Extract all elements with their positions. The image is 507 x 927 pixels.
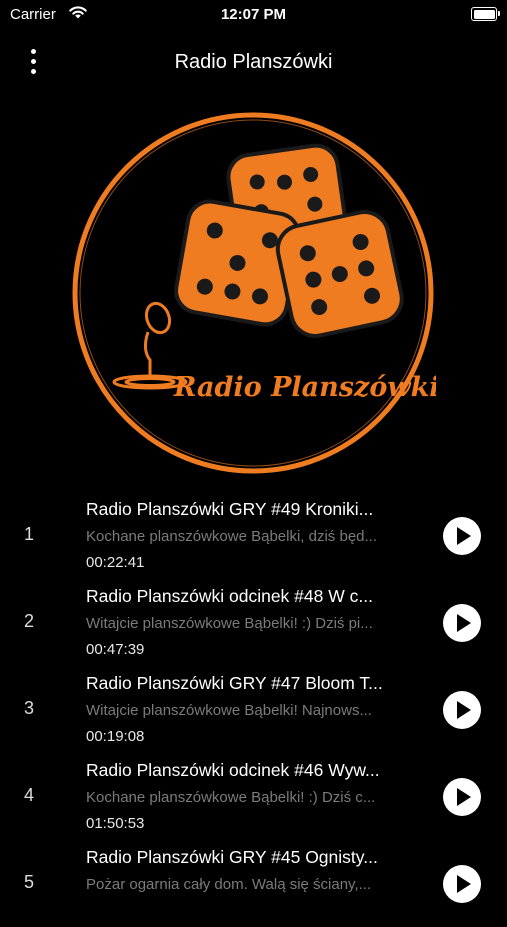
episode-title: Radio Planszówki GRY #45 Ognisty... — [86, 847, 378, 867]
status-bar: Carrier 12:07 PM — [0, 0, 507, 32]
episode-number: 5 — [24, 872, 35, 892]
episode-title: Radio Planszówki odcinek #48 W c... — [86, 586, 373, 606]
play-icon[interactable] — [443, 517, 481, 555]
episode-description: Pożar ogarnia cały dom. Walą się ściany,… — [86, 876, 372, 893]
list-item[interactable]: 1 Radio Planszówki GRY #49 Kroniki... Ko… — [0, 492, 507, 579]
episode-description: Kochane planszówkowe Bąbelki, dziś będ..… — [86, 528, 378, 545]
clock: 12:07 PM — [220, 6, 287, 23]
episode-duration: 00:47:39 — [86, 641, 145, 658]
play-icon[interactable] — [443, 604, 481, 642]
list-item[interactable]: 4 Radio Planszówki odcinek #46 Wyw... Ko… — [0, 753, 507, 840]
episode-duration: 01:50:53 — [86, 815, 145, 832]
episode-list: 1 Radio Planszówki GRY #49 Kroniki... Ko… — [0, 492, 507, 927]
episode-number: 2 — [24, 611, 35, 631]
play-icon[interactable] — [443, 778, 481, 816]
episode-number: 1 — [24, 524, 35, 544]
battery-level — [473, 9, 495, 19]
episode-description: Kochane planszówkowe Bąbelki! :) Dziś c.… — [86, 789, 376, 806]
episode-title: Radio Planszówki GRY #49 Kroniki... — [86, 499, 374, 519]
page-title: Radio Planszówki — [174, 51, 333, 73]
episode-title: Radio Planszówki GRY #47 Bloom T... — [86, 673, 383, 693]
list-item[interactable]: 3 Radio Planszówki GRY #47 Bloom T... Wi… — [0, 666, 507, 753]
episode-description: Witajcie planszówkowe Bąbelki! :) Dziś p… — [86, 615, 373, 632]
podcast-logo: Radio Planszówki — [72, 112, 436, 474]
episode-duration: 00:22:41 — [86, 554, 145, 571]
logo-text: Radio Planszówki — [173, 372, 436, 403]
episode-duration: 00:19:08 — [86, 728, 145, 745]
episode-number: 3 — [24, 698, 35, 718]
play-icon[interactable] — [443, 865, 481, 903]
list-item[interactable]: 5 Radio Planszówki GRY #45 Ognisty... Po… — [0, 840, 507, 927]
episode-description: Witajcie planszówkowe Bąbelki! Najnows..… — [86, 702, 372, 719]
play-icon[interactable] — [443, 691, 481, 729]
episode-number: 4 — [24, 785, 35, 805]
battery-icon — [471, 7, 500, 21]
navigation-bar: Radio Planszówki — [0, 32, 507, 90]
episode-title: Radio Planszówki odcinek #46 Wyw... — [86, 760, 380, 780]
list-item[interactable]: 2 Radio Planszówki odcinek #48 W c... Wi… — [0, 579, 507, 666]
